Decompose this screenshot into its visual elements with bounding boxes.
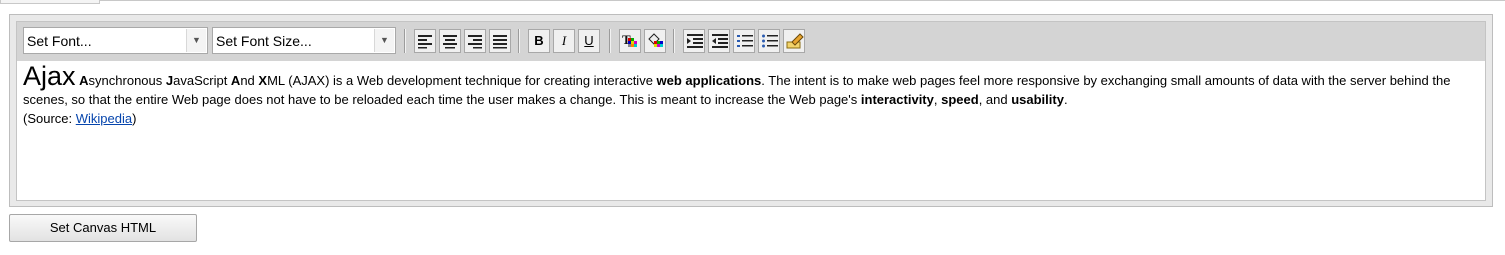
toolbar-separator <box>404 29 406 53</box>
text-run: , and <box>978 92 1012 107</box>
text-run: ML (AJAX) is a Web development technique… <box>267 73 657 88</box>
outdent-button[interactable] <box>708 29 730 53</box>
bold-text-run: usability <box>1011 92 1064 107</box>
top-border <box>0 0 1505 1</box>
text-run: nd <box>240 73 259 88</box>
underline-icon: U <box>584 33 594 48</box>
italic-icon: I <box>561 33 567 48</box>
text-color-button[interactable]: T <box>619 29 641 53</box>
content-title: Ajax <box>23 61 76 91</box>
align-left-button[interactable] <box>414 29 436 53</box>
source-suffix: ) <box>132 111 137 126</box>
bold-icon: B <box>534 33 544 48</box>
toolbar-separator <box>518 29 520 53</box>
editor-toolbar: Set Font... ▼ Set Font Size... ▼ B I U T <box>17 22 1485 61</box>
background-color-button[interactable] <box>644 29 666 53</box>
align-justify-button[interactable] <box>489 29 511 53</box>
chevron-down-icon: ▼ <box>374 29 394 52</box>
align-right-button[interactable] <box>464 29 486 53</box>
toolbar-separator <box>609 29 611 53</box>
content-body: Asynchronous JavaScript And XML (AJAX) i… <box>23 73 1450 107</box>
background-color-icon <box>648 33 663 47</box>
content-paragraph: Ajax Asynchronous JavaScript And XML (AJ… <box>23 63 1479 109</box>
align-justify-icon <box>493 35 507 49</box>
text-color-icon: T <box>622 33 637 47</box>
source-prefix: (Source: <box>23 111 76 126</box>
bold-text-run: A <box>79 73 89 88</box>
wikipedia-link[interactable]: Wikipedia <box>76 111 132 126</box>
set-canvas-html-button[interactable]: Set Canvas HTML <box>9 214 197 242</box>
unordered-list-icon <box>762 34 778 48</box>
top-tab <box>0 0 100 4</box>
indent-icon <box>687 34 703 48</box>
align-left-icon <box>418 35 432 49</box>
unordered-list-button[interactable] <box>758 29 780 53</box>
text-run: . <box>1063 92 1068 107</box>
ordered-list-icon <box>737 35 753 47</box>
align-center-button[interactable] <box>439 29 461 53</box>
align-right-icon <box>468 35 482 49</box>
editor-content[interactable]: Ajax Asynchronous JavaScript And XML (AJ… <box>17 61 1485 200</box>
chevron-down-icon: ▼ <box>186 29 206 52</box>
text-run: avaScript <box>173 73 231 88</box>
bold-text-run: speed <box>941 92 979 107</box>
ordered-list-button[interactable] <box>733 29 755 53</box>
font-select[interactable]: Set Font... ▼ <box>23 27 208 54</box>
font-size-select[interactable]: Set Font Size... ▼ <box>212 27 396 54</box>
editor-frame: Set Font... ▼ Set Font Size... ▼ B I U T… <box>16 21 1486 201</box>
bold-text-run: X <box>258 73 268 88</box>
indent-button[interactable] <box>683 29 705 53</box>
rich-text-editor: Set Font... ▼ Set Font Size... ▼ B I U T… <box>9 14 1493 207</box>
font-select-value: Set Font... <box>27 33 92 49</box>
font-size-select-value: Set Font Size... <box>216 33 312 49</box>
source-line: (Source: Wikipedia) <box>23 109 1479 128</box>
underline-button[interactable]: U <box>578 29 600 53</box>
outdent-icon <box>712 34 728 48</box>
bold-text-run: interactivity <box>860 92 934 107</box>
align-center-icon <box>443 35 457 49</box>
bold-button[interactable]: B <box>528 29 550 53</box>
bold-text-run: web applications <box>656 73 762 88</box>
bold-text-run: A <box>230 73 241 88</box>
toolbar-separator <box>673 29 675 53</box>
insert-link-icon <box>786 33 804 49</box>
italic-button[interactable]: I <box>553 29 575 53</box>
insert-link-button[interactable] <box>783 29 805 53</box>
text-run: synchronous <box>88 73 166 88</box>
